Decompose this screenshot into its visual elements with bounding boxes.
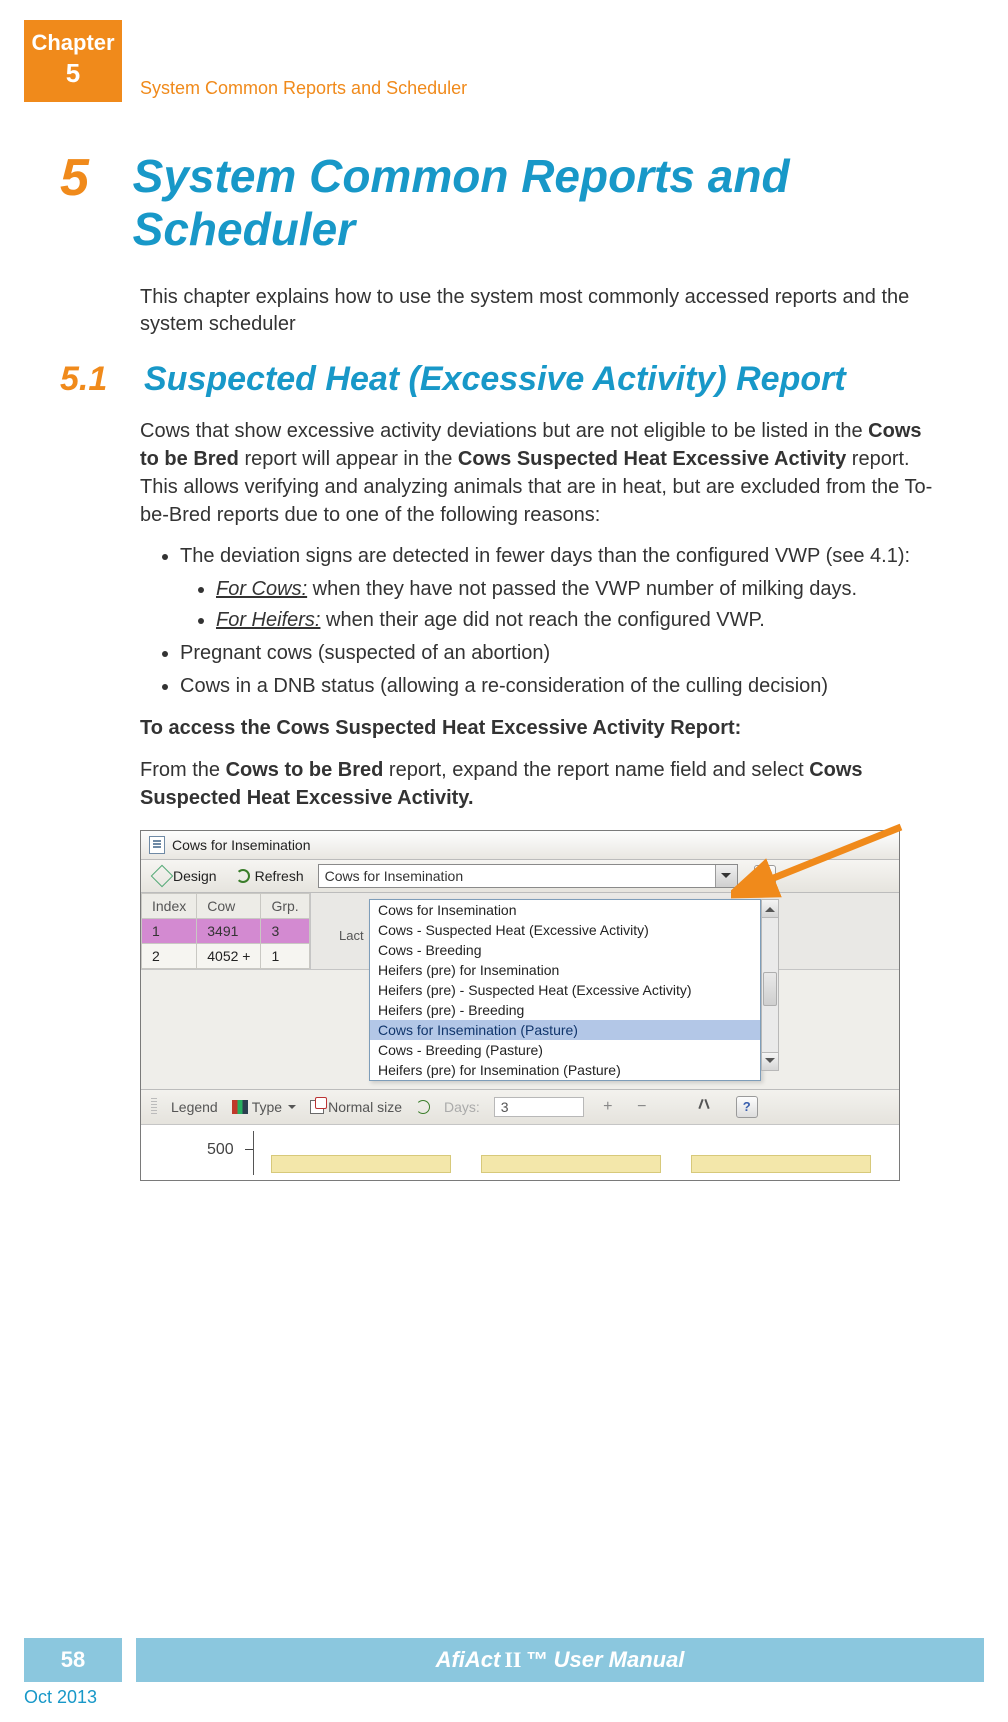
heading1-title: System Common Reports and Scheduler <box>133 150 940 256</box>
dropdown-option[interactable]: Cows - Suspected Heat (Excessive Activit… <box>370 920 760 940</box>
data-table: Index Cow Grp. 1 3491 3 2 4052 + 1 <box>141 893 310 969</box>
bullet-2: Pregnant cows (suspected of an abortion) <box>180 640 940 667</box>
tools-icon[interactable] <box>698 1099 716 1115</box>
col-lact-partial: Lact <box>339 928 364 943</box>
access-paragraph: From the Cows to be Bred report, expand … <box>140 756 940 812</box>
dropdown-panel: Cows for Insemination Cows - Suspected H… <box>369 899 761 1081</box>
chart-area: 500 <box>141 1124 899 1180</box>
toolbar: Design Refresh Cows for Insemination ? <box>141 860 899 893</box>
bottom-toolbar: Legend Type Normal size Days: 3 + − ? <box>141 1089 899 1124</box>
table-row[interactable]: 1 3491 3 <box>142 918 310 943</box>
legend-label: Legend <box>171 1099 218 1115</box>
refresh-icon <box>235 868 251 884</box>
dropdown-option-selected[interactable]: Cows for Insemination (Pasture) <box>370 1020 760 1040</box>
bullet-list: The deviation signs are detected in fewe… <box>180 543 940 700</box>
chart-bar <box>691 1155 871 1173</box>
caret-down-icon <box>286 1099 296 1115</box>
footer-title: AfiAct II™ User Manual <box>136 1638 984 1682</box>
chart-bar <box>481 1155 661 1173</box>
dropdown-option[interactable]: Heifers (pre) - Breeding <box>370 1000 760 1020</box>
refresh-small-button[interactable] <box>416 1100 430 1114</box>
heading2-number: 5.1 <box>60 360 134 399</box>
window-titlebar: Cows for Insemination <box>141 831 899 860</box>
scroll-up-button[interactable] <box>762 900 778 918</box>
dropdown-toggle-button[interactable] <box>715 865 737 887</box>
minus-button[interactable]: − <box>632 1098 652 1116</box>
chapter-tab: Chapter 5 <box>24 20 122 102</box>
dropdown-scrollbar[interactable] <box>761 899 779 1071</box>
days-input[interactable]: 3 <box>494 1097 584 1117</box>
heading1-number: 5 <box>60 150 111 207</box>
footer-date: Oct 2013 <box>24 1687 97 1708</box>
help-button-small[interactable]: ? <box>736 1096 758 1118</box>
chart-bar <box>271 1155 451 1173</box>
report-name-dropdown[interactable]: Cows for Insemination <box>318 864 738 888</box>
scroll-thumb[interactable] <box>763 972 777 1006</box>
paragraph-1: Cows that show excessive activity deviat… <box>140 417 940 529</box>
col-index: Index <box>142 893 197 918</box>
bullet-1-sub-1: For Cows: when they have not passed the … <box>216 576 940 603</box>
dropdown-option[interactable]: Heifers (pre) for Insemination <box>370 960 760 980</box>
dropdown-option[interactable]: Cows for Insemination <box>370 900 760 920</box>
col-cow: Cow <box>197 893 261 918</box>
chart-tick <box>245 1149 253 1150</box>
dropdown-option[interactable]: Heifers (pre) for Insemination (Pasture) <box>370 1060 760 1080</box>
scroll-down-button[interactable] <box>762 1052 778 1070</box>
running-header: System Common Reports and Scheduler <box>140 78 467 99</box>
embedded-app-window: Cows for Insemination Design Refresh Cow… <box>140 830 900 1181</box>
refresh-button[interactable]: Refresh <box>231 866 308 886</box>
page-footer: 58 AfiAct II™ User Manual <box>24 1638 984 1682</box>
refresh-icon <box>416 1100 430 1114</box>
access-heading: To access the Cows Suspected Heat Excess… <box>140 714 940 742</box>
design-button[interactable]: Design <box>149 866 221 886</box>
heading2-title: Suspected Heat (Excessive Activity) Repo… <box>144 360 846 399</box>
chapter-number: 5 <box>24 58 122 89</box>
chart-type-icon <box>232 1100 248 1114</box>
design-icon <box>153 868 169 884</box>
dropdown-option[interactable]: Cows - Breeding (Pasture) <box>370 1040 760 1060</box>
intro-paragraph: This chapter explains how to use the sys… <box>140 284 940 338</box>
chart-ytick: 500 <box>207 1141 234 1159</box>
help-button[interactable]: ? <box>754 865 776 887</box>
plus-button[interactable]: + <box>598 1098 618 1116</box>
dropdown-option[interactable]: Heifers (pre) - Suspected Heat (Excessiv… <box>370 980 760 1000</box>
document-icon <box>149 836 165 854</box>
dropdown-selected-value: Cows for Insemination <box>319 868 715 884</box>
days-label: Days: <box>444 1099 480 1115</box>
gripper-icon <box>151 1098 157 1116</box>
table-header-row: Index Cow Grp. <box>142 893 310 918</box>
table-row[interactable]: 2 4052 + 1 <box>142 943 310 968</box>
normal-size-button[interactable]: Normal size <box>310 1099 402 1115</box>
normal-size-icon <box>310 1100 324 1114</box>
bullet-3: Cows in a DNB status (allowing a re-cons… <box>180 673 940 700</box>
type-dropdown[interactable]: Type <box>232 1099 296 1115</box>
chapter-word: Chapter <box>24 30 122 56</box>
dropdown-option[interactable]: Cows - Breeding <box>370 940 760 960</box>
col-grp: Grp. <box>261 893 309 918</box>
bullet-1: The deviation signs are detected in fewe… <box>180 543 940 634</box>
chart-axis <box>253 1131 254 1175</box>
page-number: 58 <box>24 1638 122 1682</box>
window-title: Cows for Insemination <box>172 837 311 853</box>
bullet-1-sub-2: For Heifers: when their age did not reac… <box>216 607 940 634</box>
